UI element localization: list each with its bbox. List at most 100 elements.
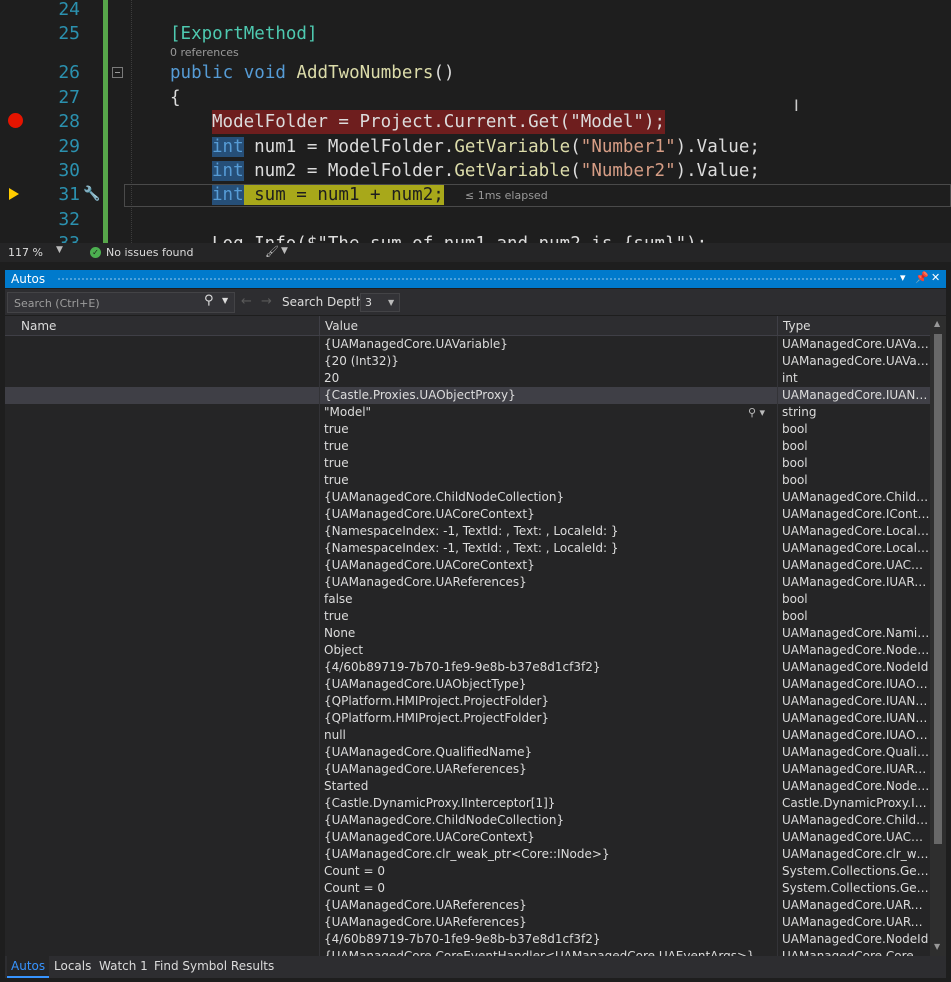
table-row[interactable]: ◢◈ModelFolder{Castle.Proxies.UAObjectPro… [5, 387, 930, 404]
table-row[interactable]: ▶◈nodeId{4/60b89719-7b70-1fe9-9e8b-b37e8… [5, 931, 930, 948]
table-row[interactable]: 🔧CanModifyReferencestruebool [5, 455, 930, 472]
close-icon[interactable]: ✕ [931, 271, 940, 284]
table-row[interactable]: 🔧BrowseName"Model"⚲ ▾string [5, 404, 930, 421]
text-visualizer-icon[interactable]: ⚲ ▾ [748, 404, 765, 421]
value-cell[interactable]: {UAManagedCore.clr_weak_ptr<Core::INode>… [320, 846, 778, 863]
value-cell[interactable]: Count = 0 [320, 880, 778, 897]
table-row[interactable]: 🔧StatusStartedUAManagedCore.NodeSt... [5, 778, 930, 795]
value-cell[interactable]: Count = 0 [320, 863, 778, 880]
table-row[interactable]: ▶🔧ObjectType{UAManagedCore.UAObjectType}… [5, 676, 930, 693]
codelens-references[interactable]: 0 references [170, 46, 239, 59]
chevron-down-icon[interactable]: ▼ [56, 245, 63, 255]
tab-locals[interactable]: Locals [50, 956, 95, 976]
column-resize-handle[interactable] [319, 316, 320, 335]
table-row[interactable]: 🔧CanSetPermissionstruebool [5, 472, 930, 489]
value-cell[interactable]: {UAManagedCore.QualifiedName} [320, 744, 778, 761]
table-row[interactable]: ▶◈forwardReferences{UAManagedCore.UARefe… [5, 897, 930, 914]
scrollbar-thumb[interactable] [934, 334, 942, 844]
value-cell[interactable]: {Castle.Proxies.UAObjectProxy} [320, 387, 778, 404]
value-cell[interactable]: true [320, 472, 778, 489]
table-row[interactable]: ▶🔧Context{UAManagedCore.UACoreContext}UA… [5, 506, 930, 523]
search-next-icon[interactable]: → [261, 294, 272, 309]
code-cleanup-icon[interactable]: 🖌 [265, 245, 279, 258]
column-header-value[interactable]: Value [325, 319, 358, 333]
table-row[interactable]: ▶◈children{UAManagedCore.ChildNodeCollec… [5, 812, 930, 829]
value-cell[interactable]: true [320, 608, 778, 625]
value-cell[interactable]: {UAManagedCore.UAReferences} [320, 914, 778, 931]
search-icon[interactable]: ⚲ [204, 293, 214, 308]
value-cell[interactable]: {UAManagedCore.UAObjectType} [320, 676, 778, 693]
table-row[interactable]: ▶🔧QualifiedBrowseName{UAManagedCore.Qual… [5, 744, 930, 761]
table-row[interactable]: ▶◈customEventHandlersCount = 0System.Col… [5, 863, 930, 880]
value-cell[interactable]: {UAManagedCore.UACoreContext} [320, 829, 778, 846]
table-row[interactable]: ▶◈inverseReferences{UAManagedCore.UARefe… [5, 914, 930, 931]
table-row[interactable]: ▶🔧Description{NamespaceIndex: -1, TextId… [5, 523, 930, 540]
value-cell[interactable]: null [320, 727, 778, 744]
drag-grip[interactable] [57, 277, 897, 281]
table-row[interactable]: 🔧NodeClassObjectUAManagedCore.NodeCl... [5, 642, 930, 659]
column-header-type[interactable]: Type [783, 319, 811, 333]
search-box[interactable]: ⚲ ▼ [7, 292, 235, 313]
table-row[interactable]: ▶🔧Parent{QPlatform.HMIProject.ProjectFol… [5, 710, 930, 727]
value-cell[interactable]: {NamespaceIndex: -1, TextId: , Text: , L… [320, 523, 778, 540]
table-row[interactable]: 🔧IsCurrentUserOwnerOrRootfalsebool [5, 591, 930, 608]
scroll-up-icon[interactable]: ▲ [934, 319, 940, 328]
chevron-down-icon[interactable]: ▼ [222, 296, 228, 305]
search-depth-dropdown[interactable]: 3 ▼ [360, 293, 400, 312]
table-row[interactable]: ▶🔧InverseRefs{UAManagedCore.UAReferences… [5, 574, 930, 591]
window-position-icon[interactable]: ▾ [900, 271, 906, 284]
value-cell[interactable]: {UAManagedCore.UAReferences} [320, 574, 778, 591]
table-row[interactable]: ▶🔧Owner{QPlatform.HMIProject.ProjectFold… [5, 693, 930, 710]
pin-icon[interactable]: 📌 [915, 271, 929, 284]
value-cell[interactable]: {QPlatform.HMIProject.ProjectFolder} [320, 693, 778, 710]
value-cell[interactable]: {UAManagedCore.ChildNodeCollection} [320, 812, 778, 829]
table-row[interactable]: ▶🔧DisplayName{NamespaceIndex: -1, TextId… [5, 540, 930, 557]
value-cell[interactable]: {UAManagedCore.UACoreContext} [320, 506, 778, 523]
issues-indicator[interactable]: No issues found [106, 246, 193, 259]
value-cell[interactable]: true [320, 421, 778, 438]
search-input[interactable] [12, 294, 206, 312]
table-row[interactable]: ▶🔧Children{UAManagedCore.ChildNodeCollec… [5, 489, 930, 506]
table-row[interactable]: ▶◈customEventRegistrationsCount = 0Syste… [5, 880, 930, 897]
value-cell[interactable]: {4/60b89719-7b70-1fe9-9e8b-b37e8d1cf3f2} [320, 659, 778, 676]
value-cell[interactable]: {UAManagedCore.UAReferences} [320, 761, 778, 778]
table-row[interactable]: ▶◈uaEventHandler{UAManagedCore.CoreEvent… [5, 948, 930, 956]
code-editor[interactable]: 🔧 24 25 [ExportMethod] 0 references 26 p… [0, 0, 951, 243]
table-row[interactable]: 🔧CanBrowseReferencestruebool [5, 421, 930, 438]
table-row[interactable]: ▶◈coreNodeHolder{UAManagedCore.clr_weak_… [5, 846, 930, 863]
value-cell[interactable]: {4/60b89719-7b70-1fe9-9e8b-b37e8d1cf3f2} [320, 931, 778, 948]
column-resize-handle[interactable] [777, 316, 778, 335]
table-row[interactable]: 🔧CanDeletetruebool [5, 438, 930, 455]
autos-title-bar[interactable]: Autos ▾ 📌 ✕ [5, 270, 946, 288]
value-cell[interactable]: {NamespaceIndex: -1, TextId: , Text: , L… [320, 540, 778, 557]
chevron-down-icon[interactable]: ▼ [281, 246, 288, 256]
table-row[interactable]: ⟲UAManagedCore.IUAVariable.Value.get ret… [5, 353, 930, 370]
value-cell[interactable]: {Castle.DynamicProxy.IInterceptor[1]} [320, 795, 778, 812]
value-cell[interactable]: Object [320, 642, 778, 659]
table-row[interactable]: 🔧PrototypenullUAManagedCore.IUAObje... [5, 727, 930, 744]
table-row[interactable]: ▶◈__interceptors{Castle.DynamicProxy.IIn… [5, 795, 930, 812]
value-cell[interactable]: {20 (Int32)} [320, 353, 778, 370]
value-cell[interactable]: true [320, 438, 778, 455]
table-row[interactable]: ⟲UAManagedCore.SimplifiedNavigationExten… [5, 336, 930, 353]
perf-tip-elapsed[interactable]: ≤ 1ms elapsed [465, 189, 548, 202]
search-previous-icon[interactable]: ← [241, 294, 252, 309]
table-row[interactable]: ⟲UAManagedCore.UAValue.implicit operator… [5, 370, 930, 387]
value-cell[interactable]: false [320, 591, 778, 608]
autos-grid[interactable]: Name Value Type ⟲UAManagedCore.Simplifie… [5, 316, 946, 956]
table-row[interactable]: 🔧IsValidtruebool [5, 608, 930, 625]
column-header-name[interactable]: Name [21, 319, 56, 333]
scroll-down-icon[interactable]: ▼ [934, 942, 940, 951]
tab-find-symbol-results[interactable]: Find Symbol Results [150, 956, 278, 976]
value-cell[interactable]: "Model" [320, 404, 778, 421]
value-cell[interactable]: true [320, 455, 778, 472]
vertical-scrollbar[interactable]: ▲ ▼ [930, 316, 946, 956]
table-row[interactable]: ▶🔧NodeId{4/60b89719-7b70-1fe9-9e8b-b37e8… [5, 659, 930, 676]
table-row[interactable]: ▶🔧InternalContext{UAManagedCore.UACoreCo… [5, 557, 930, 574]
value-cell[interactable]: 20 [320, 370, 778, 387]
tab-autos[interactable]: Autos [7, 956, 50, 978]
value-cell[interactable]: {UAManagedCore.ChildNodeCollection} [320, 489, 778, 506]
value-cell[interactable]: {UAManagedCore.CoreEventHandler<UAManage… [320, 948, 778, 956]
table-row[interactable]: ▶🔧Refs{UAManagedCore.UAReferences}UAMana… [5, 761, 930, 778]
value-cell[interactable]: {UAManagedCore.UAReferences} [320, 897, 778, 914]
